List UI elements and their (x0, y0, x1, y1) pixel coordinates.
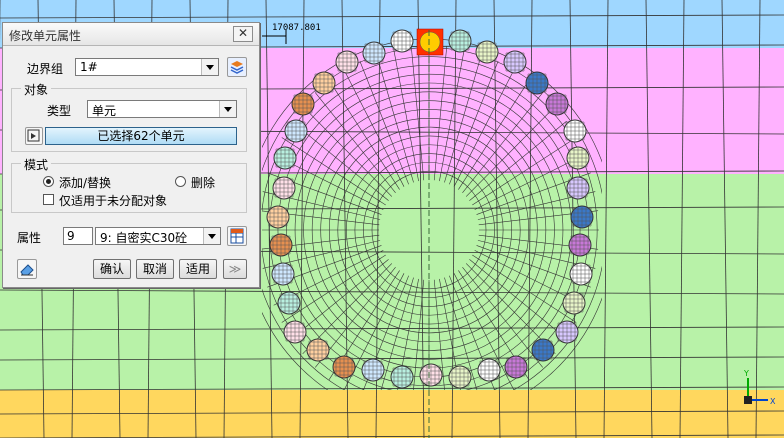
bottom-soil-band (0, 390, 784, 438)
boundary-group-value: 1# (80, 60, 98, 74)
expand-button[interactable]: ≫ (223, 259, 247, 279)
eraser-icon[interactable] (17, 259, 37, 279)
property-number-field[interactable]: 9 (63, 227, 93, 245)
chevron-down-icon[interactable] (201, 59, 218, 75)
selected-elements-button[interactable]: 已选择62个单元 (45, 127, 237, 145)
boundary-group-select[interactable]: 1# (75, 58, 219, 76)
mode-group-title: 模式 (21, 156, 52, 173)
select-elements-icon[interactable] (25, 127, 43, 145)
chevron-down-icon[interactable] (219, 101, 236, 117)
type-label: 类型 (47, 104, 72, 118)
property-table-icon[interactable] (227, 226, 247, 246)
dimension-label: 17087.801 (272, 23, 321, 33)
property-number-value: 9 (67, 229, 75, 243)
delete-label: 删除 (191, 176, 216, 190)
only-unassigned-label: 仅适用于未分配对象 (59, 194, 168, 208)
object-group-title: 对象 (21, 81, 52, 98)
property-select[interactable]: 9: 自密实C30砼 (95, 227, 221, 245)
dialog-titlebar[interactable]: 修改单元属性 ✕ (3, 23, 259, 46)
apply-button[interactable]: 适用 (179, 259, 217, 279)
layers-icon[interactable] (227, 57, 247, 77)
svg-text:X: X (770, 397, 776, 406)
boundary-group-label: 边界组 (27, 62, 64, 76)
delete-radio[interactable] (175, 176, 186, 187)
highlighted-pile[interactable] (419, 31, 441, 53)
property-value: 9: 自密实C30砼 (100, 231, 188, 245)
add-replace-radio[interactable] (43, 176, 54, 187)
type-select[interactable]: 单元 (87, 100, 237, 118)
dialog-title: 修改单元属性 (9, 29, 82, 43)
only-unassigned-checkbox[interactable] (43, 194, 54, 205)
close-button[interactable]: ✕ (233, 26, 253, 42)
type-value: 单元 (92, 104, 117, 118)
chevron-down-icon[interactable] (203, 228, 220, 244)
add-replace-label: 添加/替换 (59, 176, 112, 190)
svg-text:Y: Y (743, 369, 749, 378)
property-label: 属性 (17, 231, 42, 245)
modify-element-properties-dialog: 修改单元属性 ✕ 边界组 1# 对象 类型 单元 已选择62个单元 模式 添加/… (2, 22, 260, 288)
ok-button[interactable]: 确认 (93, 259, 131, 279)
cancel-button[interactable]: 取消 (136, 259, 174, 279)
